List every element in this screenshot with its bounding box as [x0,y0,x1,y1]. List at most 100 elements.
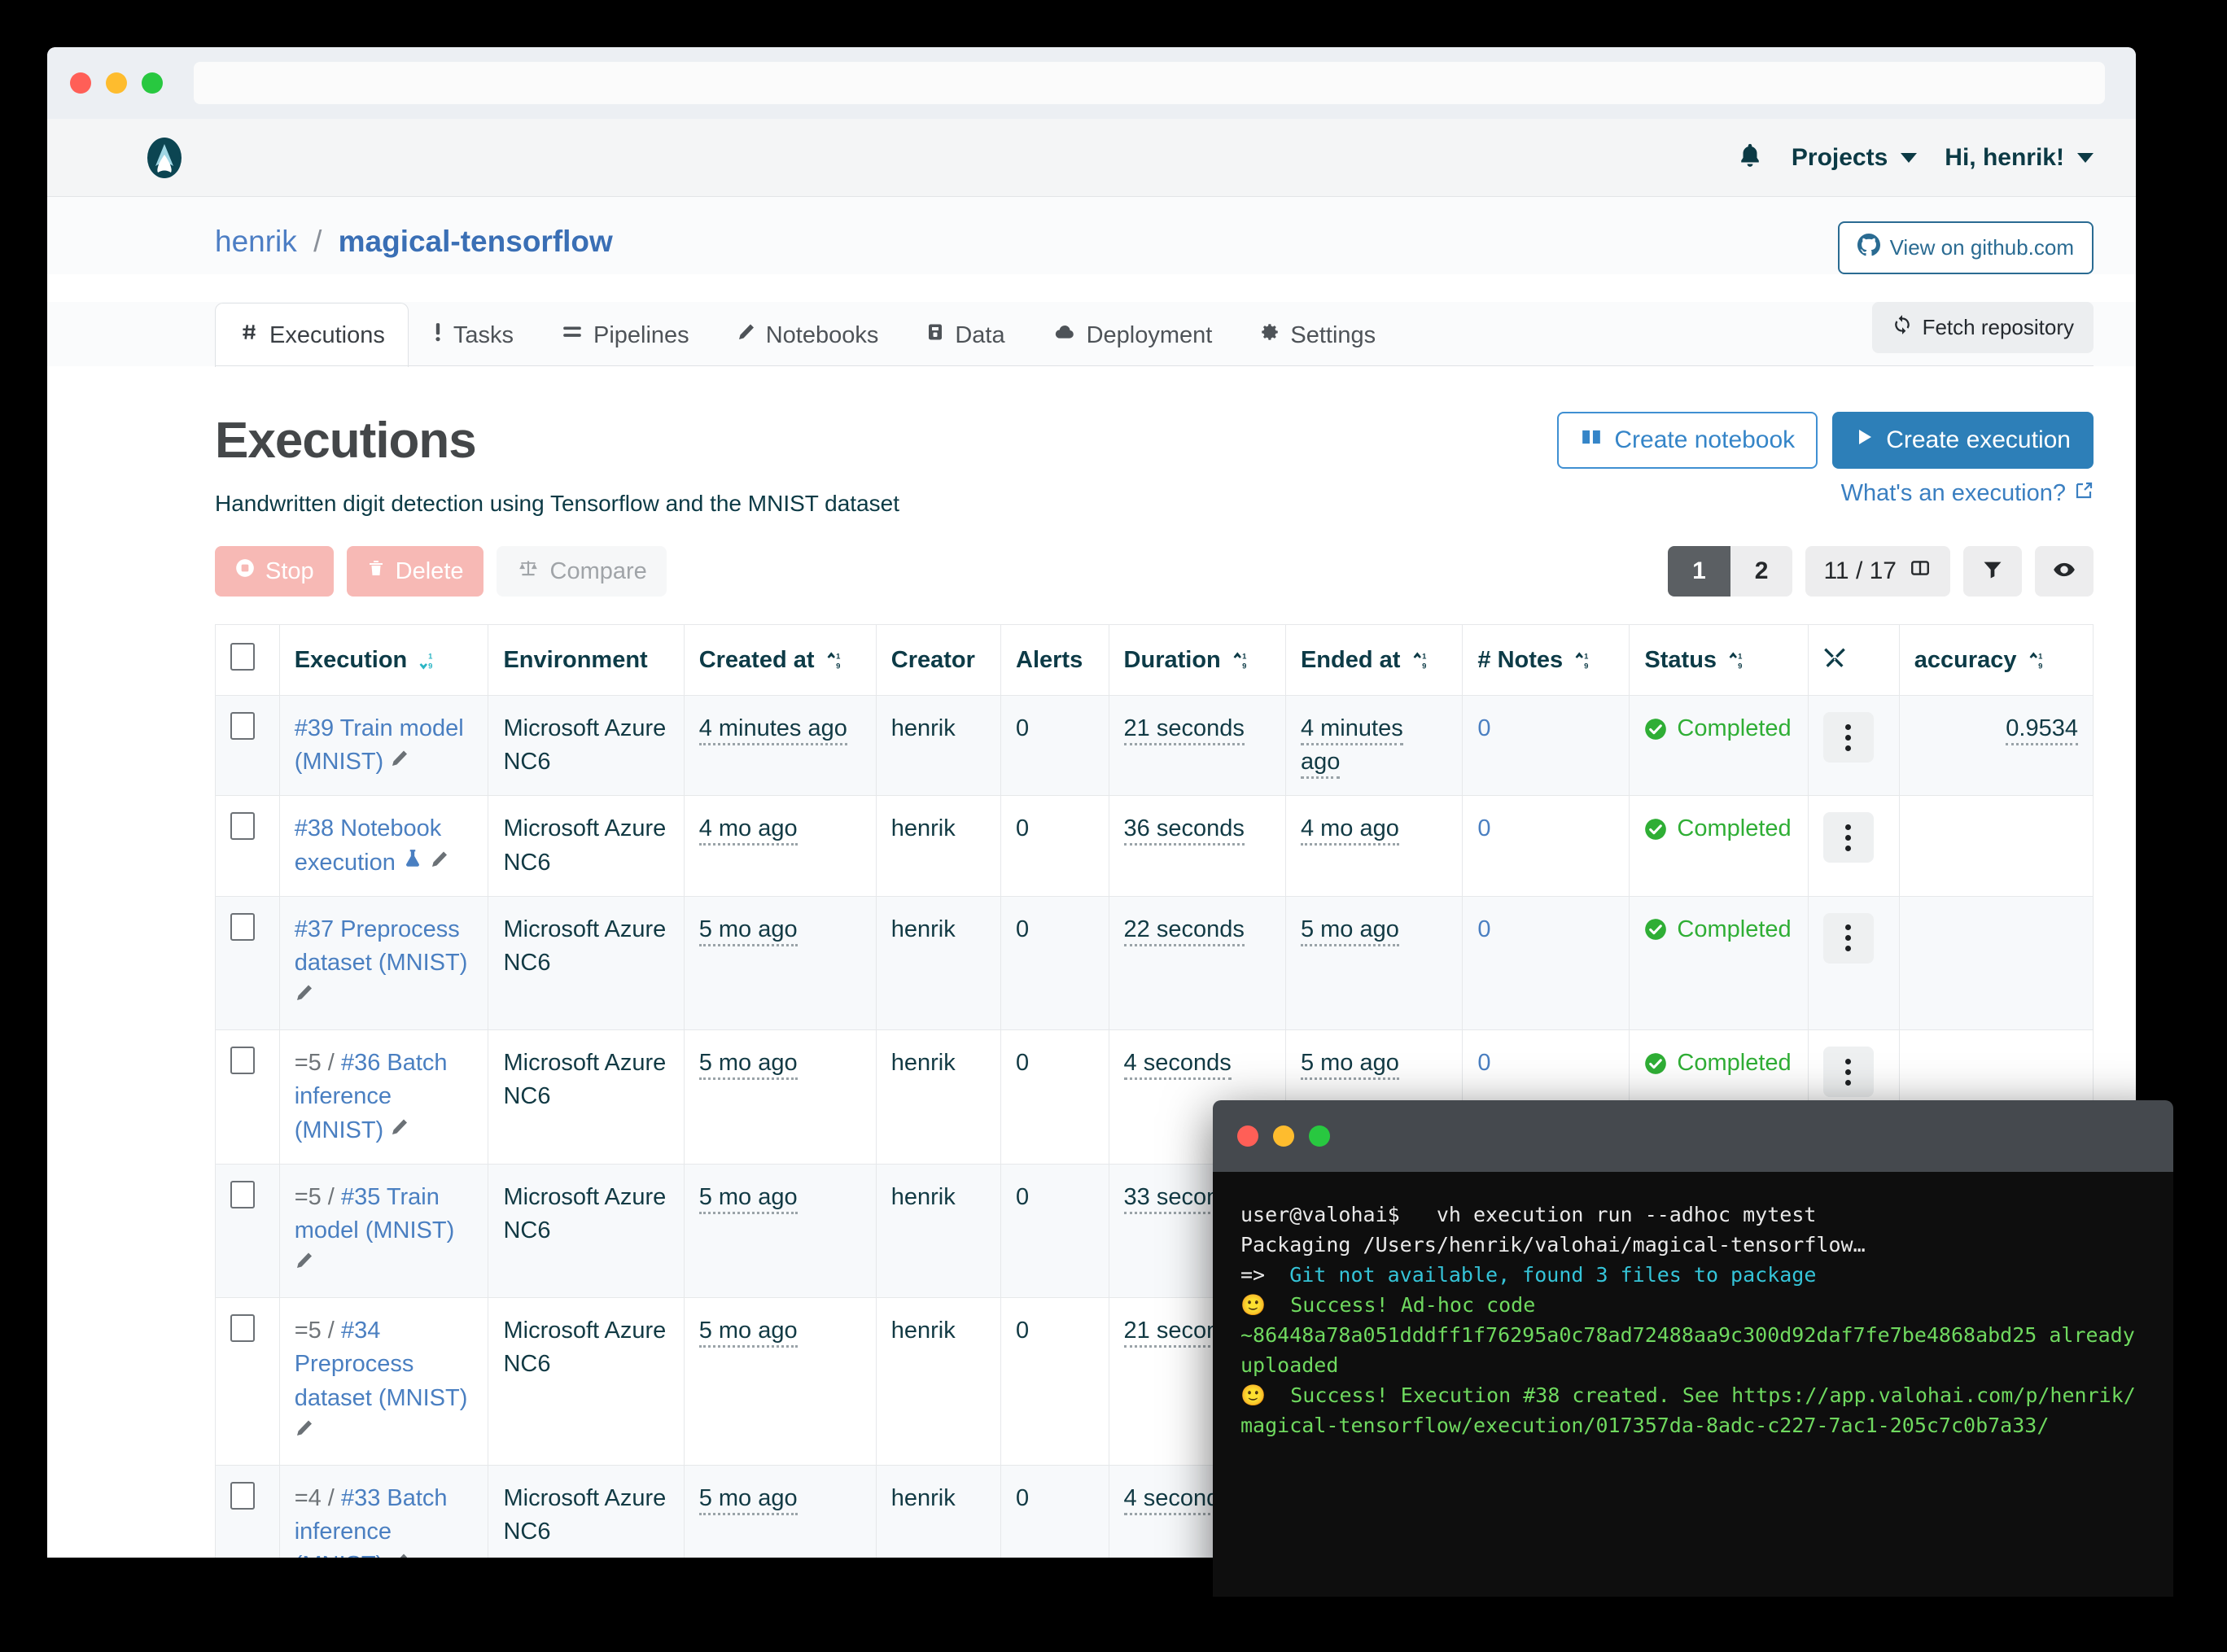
column-label: Creator [891,647,975,673]
compare-button[interactable]: Compare [497,546,667,597]
tab-deployment[interactable]: Deployment [1029,303,1236,367]
column-header-created-at[interactable]: Created at 1 9 [684,625,876,696]
created-at-cell: 5 mo ago [684,1164,876,1298]
creator-cell: henrik [876,1164,1000,1298]
table-row[interactable]: #38 Notebook execution Microsoft Azure N… [216,796,2094,896]
row-checkbox[interactable] [230,812,255,840]
execution-link[interactable]: #39 Train model (MNIST) [295,715,464,775]
notes-count[interactable]: 0 [1477,916,1490,942]
table-row[interactable]: #39 Train model (MNIST) Microsoft Azure … [216,696,2094,796]
columns-selector[interactable]: 11 / 17 [1805,546,1950,597]
valohai-logo[interactable] [142,135,187,181]
table-header-row: Execution 1 9 Environment [216,625,2094,696]
row-menu-button[interactable] [1823,812,1874,863]
page-1-button[interactable]: 1 [1668,546,1730,597]
minimize-window-button[interactable] [106,72,127,94]
tab-executions[interactable]: Executions [215,303,409,367]
fetch-repository-button[interactable]: Fetch repository [1872,302,2094,353]
maximize-window-button[interactable] [142,72,163,94]
user-menu[interactable]: Hi, henrik! [1945,144,2094,172]
table-tools: 1 2 11 / 17 [1668,546,2094,597]
github-icon [1857,234,1880,262]
ended-at-value[interactable]: 4 minutes ago [1301,715,1403,779]
created-at-value[interactable]: 5 mo ago [699,1485,798,1515]
ended-at-value[interactable]: 4 mo ago [1301,815,1399,846]
row-checkbox[interactable] [230,712,255,740]
svg-text:9: 9 [2038,662,2042,671]
row-checkbox[interactable] [230,1181,255,1208]
row-menu-button[interactable] [1823,712,1874,763]
delete-button[interactable]: Delete [347,546,483,597]
column-header-status[interactable]: Status 1 9 [1630,625,1809,696]
accuracy-value[interactable]: 0.9534 [2006,715,2078,745]
column-header-duration[interactable]: Duration 1 9 [1109,625,1285,696]
column-header-alerts[interactable]: Alerts [1001,625,1109,696]
tab-data[interactable]: Data [902,303,1028,367]
ended-at-value[interactable]: 5 mo ago [1301,916,1399,946]
tab-bar: Executions Tasks [47,302,2136,366]
terminal-minimize-button[interactable] [1273,1125,1294,1147]
ended-at-value[interactable]: 5 mo ago [1301,1050,1399,1080]
row-checkbox[interactable] [230,1482,255,1510]
notes-count[interactable]: 0 [1477,1050,1490,1076]
notifications-bell-icon[interactable] [1736,141,1764,174]
duration-value[interactable]: 22 seconds [1124,916,1245,946]
filter-button[interactable] [1963,546,2022,597]
projects-menu[interactable]: Projects [1792,144,1917,172]
terminal-maximize-button[interactable] [1309,1125,1330,1147]
terminal-close-button[interactable] [1237,1125,1258,1147]
created-at-value[interactable]: 5 mo ago [699,1318,798,1348]
duration-value[interactable]: 21 seconds [1124,715,1245,745]
alerts-cell: 0 [1001,1465,1109,1558]
create-notebook-button[interactable]: Create notebook [1557,412,1818,469]
row-select-cell [216,696,280,796]
tab-notebooks[interactable]: Notebooks [713,303,903,367]
terminal-line: Packaging /Users/henrik/valohai/magical-… [1240,1230,2146,1260]
row-checkbox[interactable] [230,1047,255,1074]
page-2-button[interactable]: 2 [1730,546,1793,597]
terminal-output[interactable]: user@valohai$ vh execution run --adhoc m… [1213,1172,2173,1597]
created-at-value[interactable]: 4 minutes ago [699,715,847,745]
select-all-checkbox[interactable] [230,643,255,671]
create-execution-button[interactable]: Create execution [1832,412,2094,469]
tab-pipelines[interactable]: Pipelines [537,303,713,367]
column-header-ended-at[interactable]: Ended at 1 9 [1285,625,1462,696]
column-label: Ended at [1301,647,1400,673]
table-row[interactable]: #37 Preprocess dataset (MNIST) Microsoft… [216,896,2094,1030]
column-header-creator[interactable]: Creator [876,625,1000,696]
tab-tasks[interactable]: Tasks [409,303,537,367]
svg-text:1: 1 [1422,652,1426,661]
terminal-line: 🙂 Success! Execution #38 created. See ht… [1240,1380,2146,1440]
tab-settings[interactable]: Settings [1236,303,1399,367]
duration-value[interactable]: 4 seconds [1124,1050,1232,1080]
created-at-value[interactable]: 5 mo ago [699,916,798,946]
column-header-notes[interactable]: # Notes 1 9 [1463,625,1630,696]
execution-link[interactable]: #37 Preprocess dataset (MNIST) [295,916,468,976]
notes-count[interactable]: 0 [1477,715,1490,741]
created-at-value[interactable]: 5 mo ago [699,1184,798,1214]
terminal-text: Git not available, found 3 files to pack… [1277,1263,1816,1287]
row-menu-button[interactable] [1823,913,1874,964]
column-header-execution[interactable]: Execution 1 9 [279,625,488,696]
duration-value[interactable]: 36 seconds [1124,815,1245,846]
row-checkbox[interactable] [230,913,255,941]
created-at-value[interactable]: 4 mo ago [699,815,798,846]
row-select-cell [216,896,280,1030]
breadcrumb-row: henrik / magical-tensorflow View on gith… [47,197,2136,274]
row-checkbox[interactable] [230,1314,255,1342]
whats-an-execution-link[interactable]: What's an execution? [1841,480,2094,507]
row-menu-button[interactable] [1823,1047,1874,1097]
visibility-button[interactable] [2035,546,2094,597]
column-header-accuracy[interactable]: accuracy 1 9 [1899,625,2093,696]
close-window-button[interactable] [70,72,91,94]
notes-count[interactable]: 0 [1477,815,1490,841]
view-on-github-button[interactable]: View on github.com [1838,221,2094,274]
created-at-value[interactable]: 5 mo ago [699,1050,798,1080]
alerts-cell: 0 [1001,896,1109,1030]
url-input[interactable] [194,62,2105,104]
stop-button[interactable]: Stop [215,546,334,597]
breadcrumb-owner[interactable]: henrik [215,225,297,258]
breadcrumb-separator: / [313,225,322,258]
breadcrumb-project[interactable]: magical-tensorflow [339,225,613,258]
column-header-environment[interactable]: Environment [488,625,684,696]
